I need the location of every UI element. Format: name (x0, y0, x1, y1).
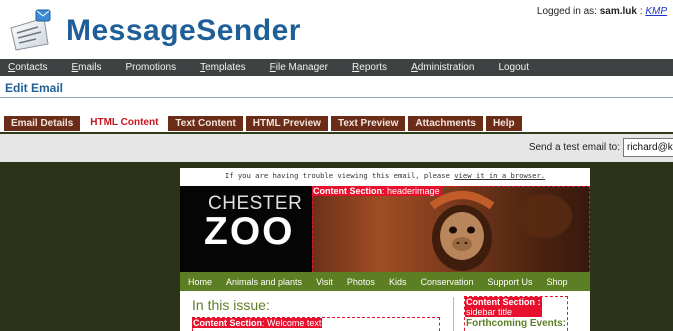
nav-contacts[interactable]: Contacts (8, 62, 47, 73)
envelope-list-icon (10, 9, 51, 51)
subnav-support-us[interactable]: Support Us (487, 277, 532, 287)
in-this-issue-heading: In this issue: (192, 297, 270, 313)
trouble-viewing-line: If you are having trouble viewing this e… (180, 171, 590, 180)
tab-text-preview[interactable]: Text Preview (330, 116, 406, 131)
email-subnav: Home Animals and plants Visit Photos Kid… (180, 272, 590, 291)
nav-administration[interactable]: Administration (411, 62, 474, 73)
subnav-photos[interactable]: Photos (347, 277, 375, 287)
column-divider (453, 297, 454, 331)
content-section-headerimage-outline[interactable] (312, 186, 590, 273)
subnav-home[interactable]: Home (188, 277, 212, 287)
nav-emails[interactable]: Emails (71, 62, 101, 73)
nav-templates[interactable]: Templates (200, 62, 246, 73)
tab-attachments[interactable]: Attachments (408, 116, 483, 131)
username: sam.luk (599, 6, 637, 17)
subnav-kids[interactable]: Kids (389, 277, 407, 287)
trouble-text: If you are having trouble viewing this e… (224, 171, 450, 180)
nav-file-manager[interactable]: File Manager (270, 62, 328, 73)
nav-logout[interactable]: Logout (498, 62, 529, 73)
nav-reports[interactable]: Reports (352, 62, 387, 73)
tab-bar: Email Details HTML Content Text Content … (4, 114, 522, 131)
email-preview: If you are having trouble viewing this e… (180, 168, 590, 331)
nav-promotions[interactable]: Promotions (126, 62, 177, 73)
main-nav: Contacts Emails Promotions Templates Fil… (0, 59, 673, 76)
tab-help[interactable]: Help (485, 116, 522, 131)
page-title: Edit Email (5, 81, 64, 95)
test-email-label: Send a test email to: (528, 142, 620, 153)
subnav-animals-and-plants[interactable]: Animals and plants (226, 277, 302, 287)
org-link[interactable]: KMP (645, 6, 667, 17)
tab-html-content[interactable]: HTML Content (83, 114, 166, 131)
test-email-input[interactable] (623, 138, 673, 157)
sidebar-title: Forthcoming Events: (466, 318, 567, 329)
chester-zoo-logo: CHESTER ZOO (180, 186, 312, 272)
tab-email-details[interactable]: Email Details (4, 116, 81, 131)
view-in-browser-link[interactable]: view it in a browser. (454, 171, 545, 180)
subnav-shop[interactable]: Shop (547, 277, 568, 287)
login-separator: : (639, 6, 643, 17)
subnav-visit[interactable]: Visit (316, 277, 333, 287)
title-divider (0, 97, 673, 98)
content-section-welcome-outline[interactable] (192, 317, 440, 331)
subnav-conservation[interactable]: Conservation (420, 277, 473, 287)
login-status: Logged in as: sam.luk : KMP (537, 6, 667, 17)
tab-text-content[interactable]: Text Content (168, 116, 243, 131)
app-title: MessageSender (66, 14, 301, 47)
tab-html-preview[interactable]: HTML Preview (245, 116, 328, 131)
login-prefix: Logged in as: (536, 6, 597, 17)
logo-line-zoo: ZOO (204, 210, 295, 253)
